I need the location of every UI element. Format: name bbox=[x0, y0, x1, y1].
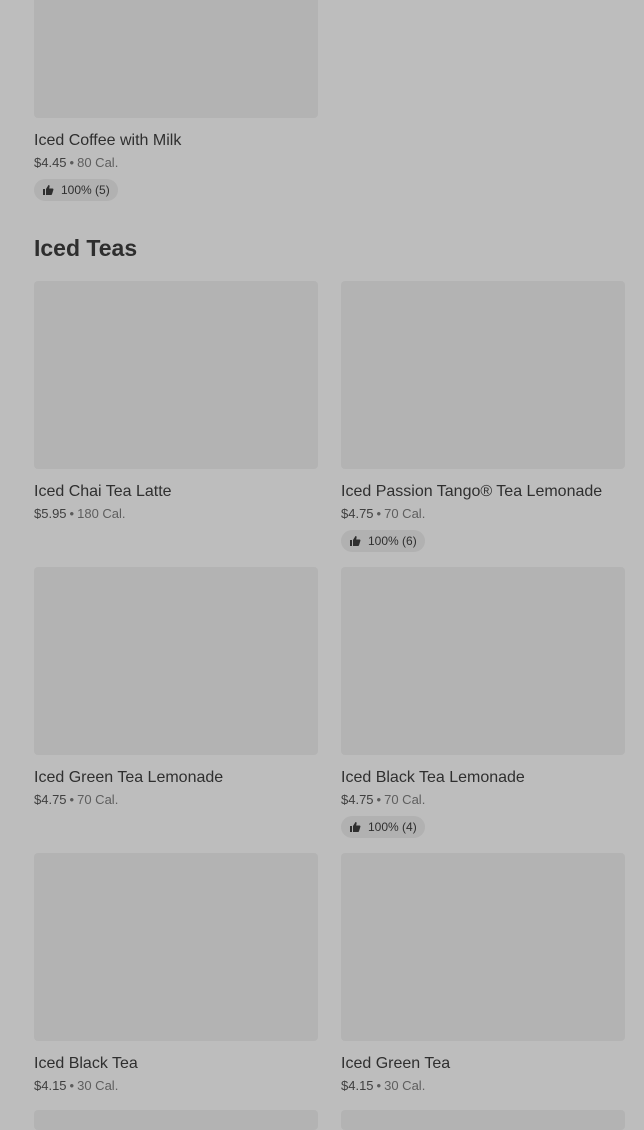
item-meta: $5.95 • 180 Cal. bbox=[34, 505, 318, 523]
menu-item-card[interactable]: Iced Chai Tea Latte $5.95 • 180 Cal. bbox=[34, 281, 318, 523]
item-image[interactable] bbox=[34, 1110, 318, 1130]
rating-text: 100% (5) bbox=[61, 183, 110, 197]
item-meta: $4.75 • 70 Cal. bbox=[341, 791, 625, 809]
rating-text: 100% (4) bbox=[368, 820, 417, 834]
item-name: Iced Black Tea bbox=[34, 1055, 138, 1072]
item-price: $4.75 bbox=[34, 792, 67, 807]
separator-dot: • bbox=[69, 506, 75, 521]
separator-dot: • bbox=[69, 1078, 75, 1093]
thumbs-up-icon bbox=[43, 185, 54, 195]
item-image bbox=[341, 281, 625, 469]
item-price: $4.15 bbox=[341, 1078, 374, 1093]
item-price: $4.15 bbox=[34, 1078, 67, 1093]
section-title: Iced Teas bbox=[34, 235, 138, 261]
item-meta: $4.75 • 70 Cal. bbox=[341, 505, 625, 523]
item-name: Iced Green Tea Lemonade bbox=[34, 769, 224, 786]
item-image bbox=[34, 0, 318, 118]
item-calories: 70 Cal. bbox=[77, 792, 119, 807]
item-price: $4.75 bbox=[341, 792, 374, 807]
item-calories: 30 Cal. bbox=[384, 1078, 426, 1093]
item-calories: 80 Cal. bbox=[77, 155, 119, 170]
item-name: Iced Green Tea bbox=[341, 1055, 451, 1072]
item-calories: 70 Cal. bbox=[384, 792, 426, 807]
item-name: Iced Coffee with Milk bbox=[34, 132, 182, 149]
item-image bbox=[34, 567, 318, 755]
menu-item-card[interactable]: Iced Green Tea Lemonade $4.75 • 70 Cal. bbox=[34, 567, 318, 809]
item-price: $5.95 bbox=[34, 506, 67, 521]
separator-dot: • bbox=[376, 506, 382, 521]
item-image bbox=[341, 853, 625, 1041]
item-calories: 70 Cal. bbox=[384, 506, 426, 521]
item-price: $4.45 bbox=[34, 155, 67, 170]
menu-item-card[interactable]: Iced Black Tea Lemonade $4.75 • 70 Cal. 10… bbox=[341, 567, 625, 838]
separator-dot: • bbox=[376, 792, 382, 807]
item-meta: $4.75 • 70 Cal. bbox=[34, 791, 318, 809]
menu-item-card[interactable]: Iced Black Tea $4.15 • 30 Cal. bbox=[34, 853, 318, 1095]
item-name: Iced Chai Tea Latte bbox=[34, 483, 172, 500]
separator-dot: • bbox=[376, 1078, 382, 1093]
rating-badge: 100% (6) bbox=[341, 530, 425, 552]
item-meta: $4.15 • 30 Cal. bbox=[341, 1077, 625, 1095]
menu-item-card[interactable]: Iced Passion Tango® Tea Lemonade $4.75 • 7… bbox=[341, 281, 625, 552]
item-image bbox=[341, 567, 625, 755]
thumbs-up-icon bbox=[350, 536, 361, 546]
rating-text: 100% (6) bbox=[368, 534, 417, 548]
item-image bbox=[34, 853, 318, 1041]
item-name: Iced Passion Tango® Tea Lemonade bbox=[341, 483, 603, 500]
item-image[interactable] bbox=[341, 1110, 625, 1130]
item-meta: $4.45 • 80 Cal. bbox=[34, 154, 318, 172]
separator-dot: • bbox=[69, 155, 75, 170]
thumbs-up-icon bbox=[350, 822, 361, 832]
item-image bbox=[34, 281, 318, 469]
item-calories: 30 Cal. bbox=[77, 1078, 119, 1093]
rating-badge: 100% (5) bbox=[34, 179, 118, 201]
menu-item-card[interactable]: Iced Coffee with Milk $4.45 • 80 Cal. 100%… bbox=[34, 0, 318, 201]
rating-badge: 100% (4) bbox=[341, 816, 425, 838]
menu-item-card[interactable]: Iced Green Tea $4.15 • 30 Cal. bbox=[341, 853, 625, 1095]
item-name: Iced Black Tea Lemonade bbox=[341, 769, 525, 786]
item-meta: $4.15 • 30 Cal. bbox=[34, 1077, 318, 1095]
item-price: $4.75 bbox=[341, 506, 374, 521]
separator-dot: • bbox=[69, 792, 75, 807]
item-calories: 180 Cal. bbox=[77, 506, 126, 521]
